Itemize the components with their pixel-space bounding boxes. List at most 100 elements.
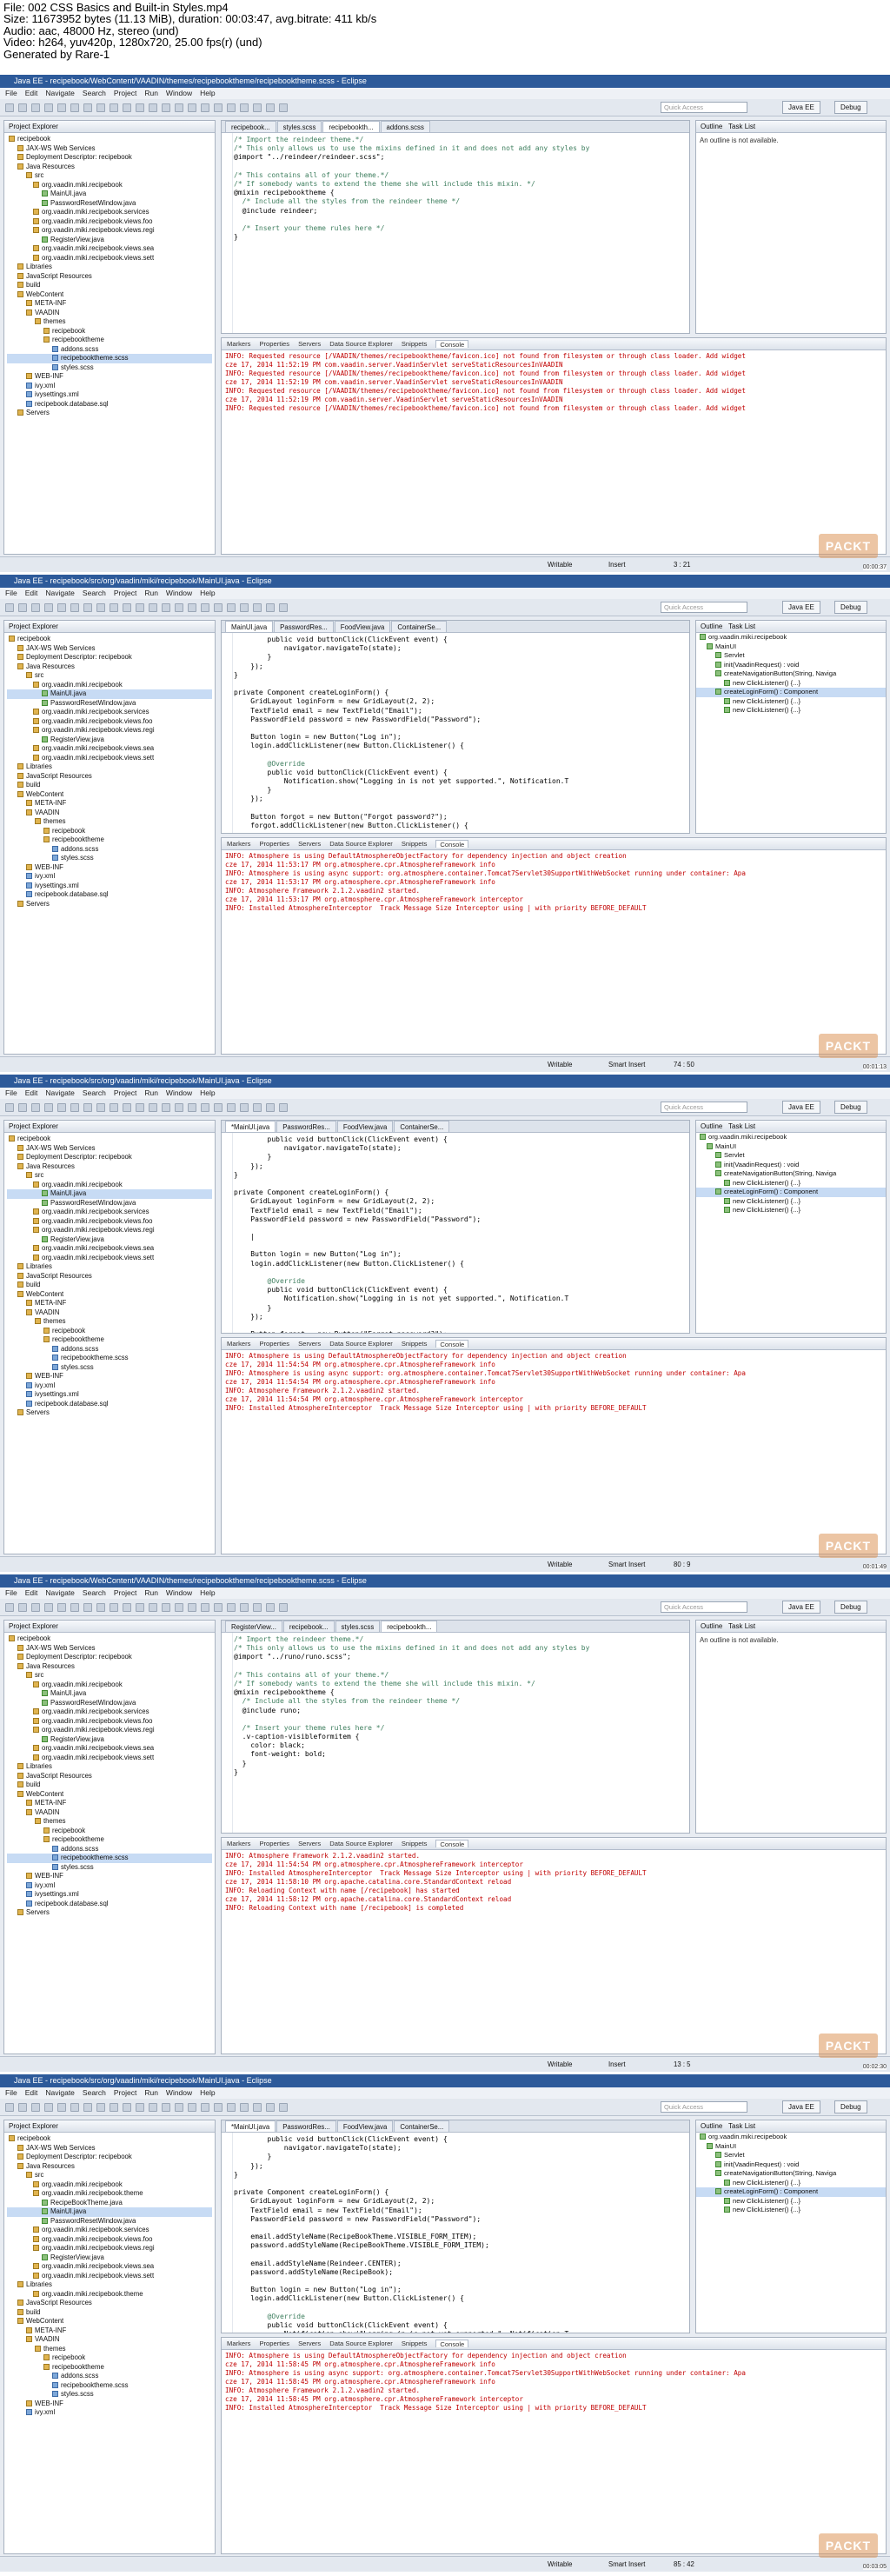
toolbar-icon[interactable] (96, 1603, 105, 1612)
toolbar-icon[interactable] (201, 103, 209, 112)
tree-item[interactable]: RegisterView.java (7, 2253, 212, 2263)
perspective-java-ee[interactable]: Java EE (782, 601, 820, 614)
console-tab[interactable]: Markers (227, 340, 250, 348)
tree-item[interactable]: recipebooktheme.scss (7, 2381, 212, 2391)
tree-item[interactable]: org.vaadin.miki.recipebook.services (7, 1707, 212, 1717)
outline-item[interactable]: new ClickListener() {...} (696, 2197, 886, 2207)
tree-item[interactable]: WebContent (7, 290, 212, 300)
tree-item[interactable]: recipebook (7, 2353, 212, 2363)
tree-item[interactable]: addons.scss (7, 1845, 212, 1854)
tree-item[interactable]: Libraries (7, 263, 212, 272)
tree-item[interactable]: recipebook (7, 1327, 212, 1336)
tree-item[interactable]: MainUI.java (7, 1189, 212, 1199)
toolbar-icon[interactable] (175, 1603, 183, 1612)
toolbar-icon[interactable] (31, 103, 40, 112)
console-tab[interactable]: Servers (298, 2340, 321, 2347)
tree-item[interactable]: recipebook.database.sql (7, 1400, 212, 1409)
tree-item[interactable]: build (7, 281, 212, 290)
perspective-debug[interactable]: Debug (834, 601, 867, 614)
toolbar-icon[interactable] (227, 603, 236, 612)
code-area[interactable]: public void buttonClick(ClickEvent event… (222, 1133, 689, 1333)
tree-item[interactable]: org.vaadin.miki.recipebook.views.foo (7, 2235, 212, 2245)
perspective-debug[interactable]: Debug (834, 1101, 867, 1114)
tree-item[interactable]: org.vaadin.miki.recipebook.views.regi (7, 2244, 212, 2253)
tree-item[interactable]: WebContent (7, 2317, 212, 2326)
toolbar-icon[interactable] (31, 2103, 40, 2112)
tree-item[interactable]: ivy.xml (7, 2408, 212, 2418)
tree-item[interactable]: Libraries (7, 1262, 212, 1272)
console-tab[interactable]: Snippets (402, 2340, 428, 2347)
toolbar-icon[interactable] (83, 2103, 92, 2112)
outline-item[interactable]: org.vaadin.miki.recipebook (696, 1133, 886, 1142)
toolbar-icon[interactable] (253, 1103, 262, 1112)
tree-item[interactable]: styles.scss (7, 1363, 212, 1373)
toolbar-icon[interactable] (162, 1103, 170, 1112)
tree-item[interactable]: Deployment Descriptor: recipebook (7, 1153, 212, 1162)
toolbar-icon[interactable] (149, 603, 157, 612)
tree-item[interactable]: styles.scss (7, 854, 212, 863)
menu-item-project[interactable]: Project (114, 1088, 136, 1098)
toolbar-icon[interactable] (240, 2103, 249, 2112)
console-tab[interactable]: Properties (259, 840, 289, 848)
menu-item-run[interactable]: Run (144, 1088, 158, 1098)
console-tab[interactable]: Markers (227, 1340, 250, 1348)
tree-item[interactable]: VAADIN (7, 1308, 212, 1318)
outline-item[interactable]: createLoginForm() : Component (696, 1188, 886, 1197)
tree-item[interactable]: build (7, 2308, 212, 2318)
toolbar-icon[interactable] (123, 2103, 131, 2112)
toolbar-icon[interactable] (18, 603, 27, 612)
console-tab[interactable]: Console (435, 1340, 469, 1348)
toolbar-icon[interactable] (123, 1103, 131, 1112)
code-area[interactable]: public void buttonClick(ClickEvent event… (222, 2133, 689, 2333)
menu-item-window[interactable]: Window (166, 1088, 192, 1098)
console-tab[interactable]: Snippets (402, 840, 428, 848)
editor-tab[interactable]: ContainerSe... (394, 2120, 450, 2132)
tree-item[interactable]: WebContent (7, 1790, 212, 1800)
tree-item[interactable]: themes (7, 817, 212, 827)
toolbar-icon[interactable] (44, 103, 53, 112)
tree-item[interactable]: addons.scss (7, 1345, 212, 1355)
perspective-debug[interactable]: Debug (834, 1601, 867, 1614)
console-tab[interactable]: Data Source Explorer (329, 1840, 393, 1847)
console-tab[interactable]: Properties (259, 340, 289, 348)
tree-item[interactable]: org.vaadin.miki.recipebook.services (7, 208, 212, 217)
tree-item[interactable]: addons.scss (7, 345, 212, 355)
toolbar-icon[interactable] (57, 603, 66, 612)
toolbar-icon[interactable] (266, 103, 275, 112)
tree-item[interactable]: recipebook (7, 2134, 212, 2144)
toolbar-icon[interactable] (214, 1103, 222, 1112)
toolbar-icon[interactable] (214, 1603, 222, 1612)
outline-item[interactable]: init(VaadinRequest) : void (696, 661, 886, 670)
tree-item[interactable]: Servers (7, 409, 212, 418)
outline-item[interactable]: MainUI (696, 642, 886, 652)
toolbar-icon[interactable] (136, 103, 144, 112)
toolbar-icon[interactable] (201, 1103, 209, 1112)
perspective-debug[interactable]: Debug (834, 2100, 867, 2113)
menu-item-navigate[interactable]: Navigate (45, 2088, 75, 2098)
tree-item[interactable]: Servers (7, 1408, 212, 1418)
toolbar-icon[interactable] (31, 1103, 40, 1112)
tree-item[interactable]: recipebook (7, 1827, 212, 1836)
outline-item[interactable]: createNavigationButton(String, Naviga (696, 1169, 886, 1179)
tree-item[interactable]: org.vaadin.miki.recipebook.views.regi (7, 1226, 212, 1235)
menu-item-search[interactable]: Search (83, 2088, 106, 2098)
tree-item[interactable]: WEB-INF (7, 1372, 212, 1381)
tree-item[interactable]: recipebook.database.sql (7, 890, 212, 900)
toolbar-icon[interactable] (83, 1103, 92, 1112)
tree-item[interactable]: Servers (7, 1908, 212, 1918)
tree-item[interactable]: recipebooktheme.scss (7, 1354, 212, 1363)
code-area[interactable]: /* Import the reindeer theme.*//* This o… (222, 133, 689, 242)
toolbar-icon[interactable] (227, 1603, 236, 1612)
toolbar-icon[interactable] (240, 1103, 249, 1112)
console-tab[interactable]: Markers (227, 1840, 250, 1847)
outline-item[interactable]: MainUI (696, 2142, 886, 2152)
tree-item[interactable]: JAX-WS Web Services (7, 2144, 212, 2153)
tree-item[interactable]: org.vaadin.miki.recipebook.views.foo (7, 717, 212, 727)
toolbar-icon[interactable] (266, 1603, 275, 1612)
menu-item-project[interactable]: Project (114, 1588, 136, 1598)
tree-item[interactable]: PasswordResetWindow.java (7, 199, 212, 209)
outline-item[interactable]: new ClickListener() {...} (696, 1206, 886, 1215)
toolbar-icon[interactable] (149, 1603, 157, 1612)
menu-item-help[interactable]: Help (200, 1088, 215, 1098)
tree-item[interactable]: themes (7, 2345, 212, 2354)
